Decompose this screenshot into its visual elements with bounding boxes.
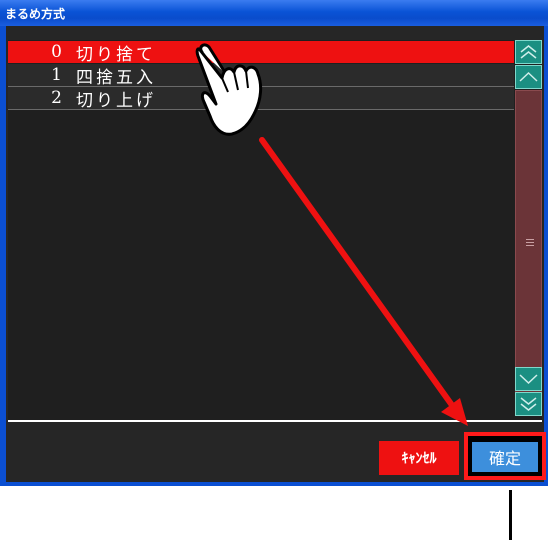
divider-line [509, 490, 512, 540]
dialog-window: まるめ方式 0 切り捨て 1 四捨五入 2 切り上げ ｷｬﾝｾﾙ 確定 [0, 0, 548, 486]
vertical-scrollbar[interactable] [515, 40, 543, 418]
cancel-button[interactable]: ｷｬﾝｾﾙ [379, 441, 459, 475]
scrollbar-thumb[interactable] [515, 90, 542, 396]
list-item-truncate[interactable]: 0 切り捨て [8, 41, 514, 65]
scroll-up-button[interactable] [515, 65, 542, 89]
double-chevron-down-icon [520, 397, 537, 411]
list-item-label: 四捨五入 [76, 67, 156, 88]
list-item-number: 1 [51, 65, 62, 85]
list-item-round-up[interactable]: 2 切り上げ [8, 87, 514, 111]
list-item-label: 切り捨て [76, 44, 156, 65]
ok-button-highlight: 確定 [464, 432, 546, 480]
scroll-to-top-button[interactable] [515, 40, 542, 64]
scroll-down-button[interactable] [515, 367, 542, 391]
chevron-up-icon [519, 71, 538, 82]
chevron-down-icon [519, 374, 538, 385]
ok-button[interactable]: 確定 [472, 442, 538, 472]
list-divider [8, 420, 542, 422]
list-item-number: 0 [51, 42, 62, 62]
window-frame-right [544, 26, 548, 486]
grip-icon [526, 239, 534, 249]
list-item-round-half-up[interactable]: 1 四捨五入 [8, 64, 514, 88]
list-item-number: 2 [51, 88, 62, 108]
double-chevron-up-icon [520, 45, 537, 59]
list-item-label: 切り上げ [76, 90, 156, 111]
scroll-to-bottom-button[interactable] [515, 392, 542, 416]
window-title: まるめ方式 [5, 7, 66, 21]
title-bar[interactable]: まるめ方式 [0, 0, 548, 26]
window-frame-bottom [0, 482, 548, 486]
